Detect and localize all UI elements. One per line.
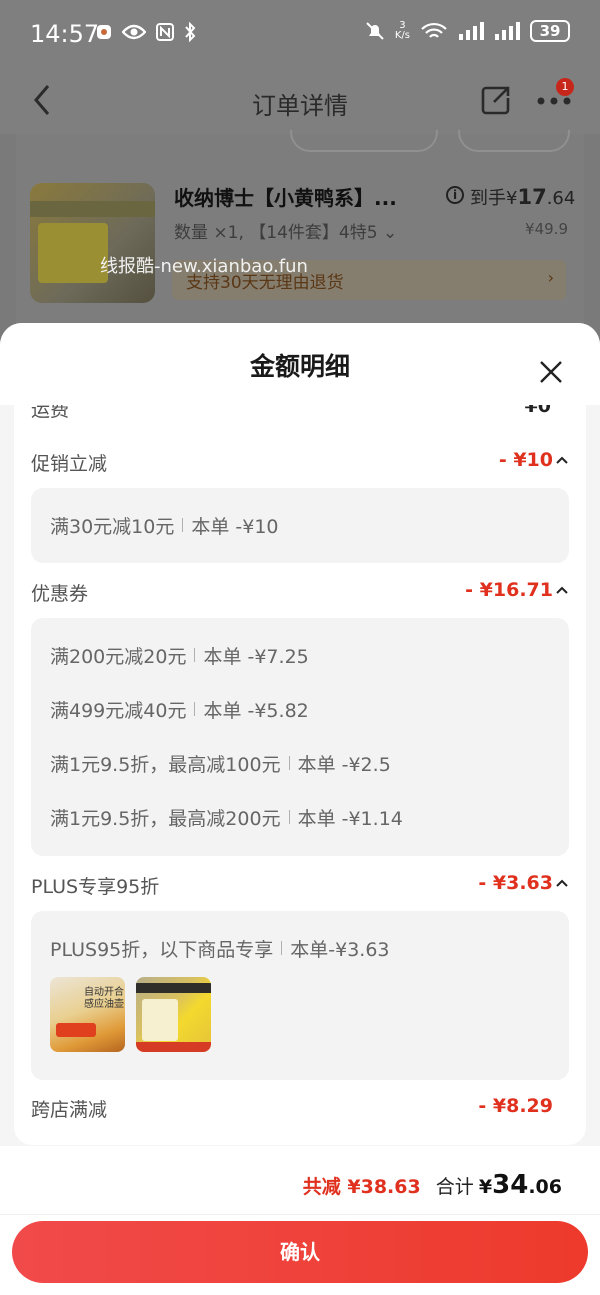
background-pill-button-2 [458, 130, 570, 152]
chevron-up-icon[interactable] [555, 878, 569, 888]
chevron-up-icon[interactable] [555, 585, 569, 595]
background-pill-button [290, 130, 438, 152]
coupon-detail: 满499元减40元 本单 -¥5.82 [50, 700, 309, 722]
chevron-down-icon: ⌄ [382, 223, 398, 243]
shipping-label: 运费 [31, 405, 70, 421]
bluetooth-icon [185, 22, 196, 42]
coupon-detail-box: 满200元减20元 本单 -¥7.25 满499元减40元 本单 -¥5.82 满1… [31, 618, 569, 856]
shipping-amount: ¥0 [524, 405, 551, 417]
notification-badge: 1 [556, 78, 574, 96]
coupon-detail: 满1元9.5折，最高减100元 本单 -¥2.5 [50, 754, 391, 776]
sheet-header: 金额明细 [0, 323, 600, 405]
coupon-row[interactable]: 优惠券 - ¥16.71 [31, 579, 569, 609]
plus-discount-row[interactable]: PLUS专享95折 - ¥3.63 [31, 872, 569, 902]
info-icon: i [446, 186, 464, 204]
share-icon[interactable] [480, 84, 512, 116]
footer-bar: 共减 ¥38.63 合计 ¥34.06 确认 [0, 1146, 600, 1295]
discount-total: 共减 ¥38.63 [302, 1176, 421, 1198]
product-thumbnail [30, 183, 155, 303]
promotion-detail-box: 满30元减10元 本单 -¥10 [31, 488, 569, 563]
plus-discount-label: PLUS专享95折 [31, 876, 160, 898]
confirm-button[interactable]: 确认 [12, 1221, 588, 1283]
signal-icon [459, 22, 484, 40]
app-notification-icon [97, 25, 111, 39]
final-price: 到手¥17.64 [470, 185, 576, 209]
sum-label: 合计 [435, 1176, 474, 1198]
top-nav: 订单详情 1 [0, 68, 600, 134]
cross-store-label: 跨店满减 [31, 1099, 108, 1121]
product-thumbnail-storage-bag[interactable] [136, 977, 211, 1052]
plus-discount-amount: - ¥3.63 [478, 872, 553, 894]
divider [0, 1214, 600, 1215]
sheet-title: 金额明细 [249, 352, 350, 381]
promotion-amount: - ¥10 [498, 449, 553, 471]
close-icon[interactable] [538, 359, 564, 385]
nfc-icon [156, 23, 174, 41]
cross-store-amount: - ¥8.29 [478, 1095, 553, 1117]
original-price: ¥49.9 [525, 220, 568, 238]
promotion-detail: 满30元减10元 本单 -¥10 [50, 516, 279, 538]
coupon-label: 优惠券 [31, 583, 89, 605]
plus-detail: PLUS95折，以下商品专享 本单-¥3.63 [50, 939, 390, 961]
product-thumbnail-oil-pot[interactable]: 自动开合 感应油壶 [50, 977, 125, 1052]
plus-detail-box: PLUS95折，以下商品专享 本单-¥3.63 自动开合 感应油壶 [31, 911, 569, 1080]
sum-decimal: .06 [528, 1176, 562, 1198]
eye-icon [122, 24, 146, 40]
net-speed: 3 K/s [394, 20, 410, 41]
chevron-right-icon: › [547, 268, 554, 287]
coupon-detail: 满200元减20元 本单 -¥7.25 [50, 646, 309, 668]
product-title: 收纳博士【小黄鸭系】... [174, 186, 397, 210]
status-time: 14:57 [30, 20, 100, 48]
chevron-up-icon[interactable] [555, 455, 569, 465]
status-bar: 14:57 3 K/s 39 [0, 0, 600, 68]
product-quantity-spec: 数量 ×1, 【14件套】4特5 ⌄ [174, 223, 398, 243]
amount-detail-list: 运费 ¥0 促销立减 - ¥10 满30元减10元 本单 -¥10 优惠券 - ¥… [14, 405, 586, 1145]
total-summary: 共减 ¥38.63 合计 ¥34.06 [303, 1170, 562, 1200]
coupon-amount: - ¥16.71 [465, 579, 553, 601]
status-right-icons: 3 K/s 39 [365, 20, 570, 42]
sum-integer: 34 [492, 1170, 529, 1200]
coupon-detail: 满1元9.5折，最高减200元 本单 -¥1.14 [50, 808, 403, 830]
cross-store-row: 跨店满减 - ¥8.29 [31, 1095, 569, 1125]
status-left-icons [96, 22, 196, 42]
promotion-row[interactable]: 促销立减 - ¥10 [31, 449, 569, 479]
battery-indicator: 39 [530, 20, 570, 42]
signal-icon-2 [495, 22, 520, 40]
sum-currency: ¥ [478, 1176, 493, 1198]
watermark-text: 线报酷-new.xianbao.fun [100, 256, 308, 277]
wifi-icon [421, 22, 447, 38]
mute-bell-icon [366, 22, 384, 40]
promotion-label: 促销立减 [31, 453, 108, 475]
shipping-row: 运费 ¥0 [31, 405, 569, 425]
